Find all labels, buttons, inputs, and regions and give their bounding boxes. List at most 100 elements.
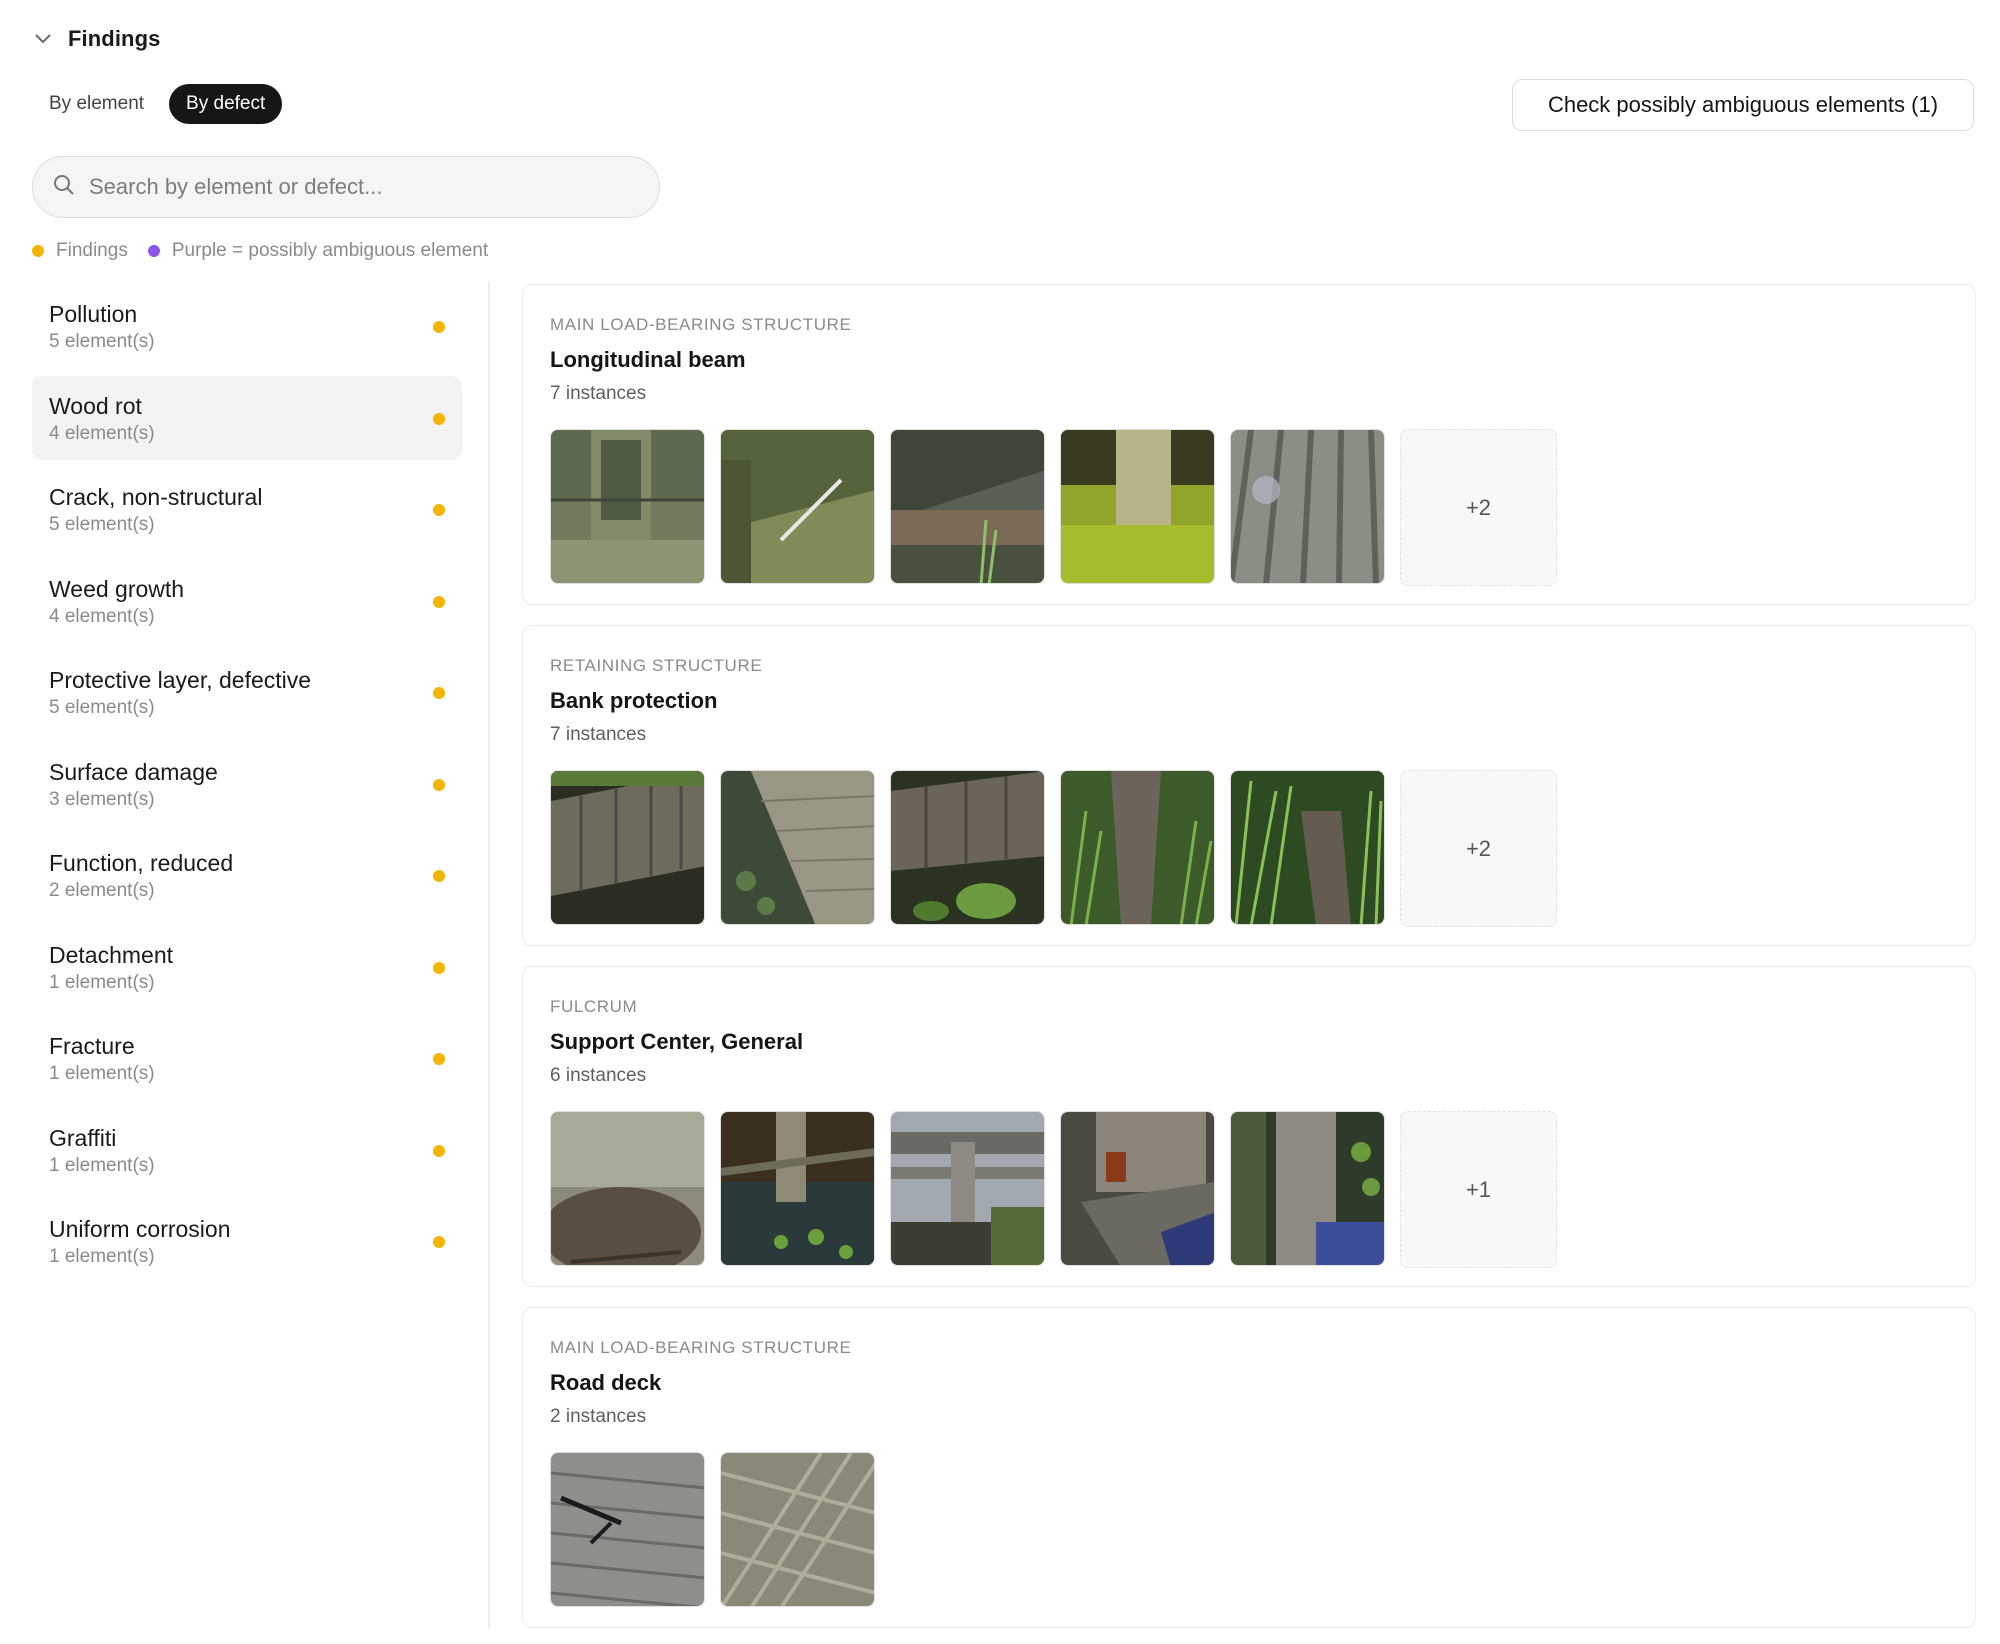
chevron-down-icon[interactable] (32, 28, 54, 50)
defect-count: 1 element(s) (49, 1246, 155, 1267)
legend-ambiguous: Purple = possibly ambiguous element (147, 240, 489, 262)
photo-thumbnail[interactable] (720, 1452, 875, 1607)
defect-item-pollution[interactable]: Pollution 5 element(s) (32, 284, 462, 368)
more-photos-button[interactable]: +2 (1400, 429, 1557, 586)
defect-name: Pollution (49, 301, 138, 327)
card-instance-count: 7 instances (550, 724, 647, 745)
element-card-support-center: FULCRUM Support Center, General 6 instan… (522, 966, 1976, 1287)
card-instance-count: 2 instances (550, 1406, 647, 1427)
photo-thumbnail[interactable] (550, 1452, 705, 1607)
search-input[interactable] (89, 174, 629, 200)
photo-thumbnail[interactable] (1060, 1111, 1215, 1266)
findings-dot-icon (433, 504, 445, 516)
defect-item-surface-damage[interactable]: Surface damage 3 element(s) (32, 742, 462, 826)
legend: Findings Purple = possibly ambiguous ele… (32, 240, 508, 262)
defect-count: 3 element(s) (49, 788, 155, 810)
column-divider (488, 282, 490, 1628)
findings-dot-icon (433, 1053, 445, 1065)
findings-dot-icon (433, 778, 445, 791)
more-photos-button[interactable]: +1 (1400, 1111, 1557, 1268)
defect-name: Fracture (49, 1033, 135, 1059)
defect-name: Surface damage (49, 758, 218, 785)
photo-thumbnail[interactable] (1230, 1111, 1385, 1266)
photo-thumbnail[interactable] (550, 429, 705, 584)
defect-item-protective-layer[interactable]: Protective layer, defective 5 element(s) (32, 650, 462, 734)
card-title: Longitudinal beam (550, 347, 746, 372)
photo-thumbnail[interactable] (550, 770, 705, 925)
photo-thumbnail[interactable] (1060, 770, 1215, 925)
defect-count: 5 element(s) (49, 697, 155, 718)
element-card-bank-protection: RETAINING STRUCTURE Bank protection 7 in… (522, 625, 1976, 946)
element-card-road-deck: MAIN LOAD-BEARING STRUCTURE Road deck 2 … (522, 1307, 1976, 1628)
findings-dot-icon (433, 687, 445, 699)
legend-findings: Findings (32, 240, 128, 262)
photo-thumbnail[interactable] (550, 1111, 705, 1266)
defect-item-function-reduced[interactable]: Function, reduced 2 element(s) (32, 833, 462, 917)
defect-name: Graffiti (49, 1124, 117, 1151)
defect-name: Protective layer, defective (49, 667, 312, 693)
findings-dot-icon (433, 870, 445, 882)
legend-ambiguous-label: Purple = possibly ambiguous element (171, 240, 489, 261)
defect-count: 1 element(s) (49, 1154, 155, 1176)
findings-dot-icon (433, 1236, 445, 1248)
card-title: Road deck (550, 1370, 662, 1395)
findings-dot-icon (433, 321, 445, 333)
defect-item-detachment[interactable]: Detachment 1 element(s) (32, 925, 462, 1009)
by-defect-tab[interactable]: By defect (169, 84, 283, 124)
photo-thumbnail[interactable] (1060, 429, 1215, 584)
element-cards: MAIN LOAD-BEARING STRUCTURE Longitudinal… (522, 284, 1976, 1644)
search-icon (53, 174, 75, 201)
card-category: MAIN LOAD-BEARING STRUCTURE (550, 315, 852, 334)
findings-dot-icon (433, 961, 445, 974)
by-element-tab[interactable]: By element (32, 84, 161, 124)
defect-count: 5 element(s) (49, 331, 155, 352)
defect-count: 1 element(s) (49, 971, 155, 993)
section-title: Findings (68, 26, 161, 51)
defect-item-weed-growth[interactable]: Weed growth 4 element(s) (32, 559, 462, 643)
findings-dot-icon (32, 245, 44, 257)
defect-name: Uniform corrosion (49, 1216, 231, 1242)
view-toggle: By element By defect (32, 84, 283, 124)
defect-count: 5 element(s) (49, 514, 155, 535)
card-instance-count: 6 instances (550, 1065, 647, 1086)
defect-item-crack-non-structural[interactable]: Crack, non-structural 5 element(s) (32, 467, 462, 551)
defect-name: Weed growth (49, 575, 185, 602)
photo-thumbnail[interactable] (720, 429, 875, 584)
defect-name: Crack, non-structural (49, 484, 263, 510)
defect-name: Detachment (49, 941, 174, 968)
photo-thumbnail[interactable] (720, 770, 875, 925)
findings-dot-icon (433, 412, 445, 425)
defect-name: Function, reduced (49, 850, 234, 876)
card-category: FULCRUM (550, 997, 638, 1016)
defect-item-graffiti[interactable]: Graffiti 1 element(s) (32, 1108, 462, 1192)
check-ambiguous-button[interactable]: Check possibly ambiguous elements (1) (1512, 79, 1974, 131)
photo-thumbnail[interactable] (890, 1111, 1045, 1266)
photo-strip (550, 1452, 1949, 1607)
ambiguous-dot-icon (147, 245, 160, 257)
element-card-longitudinal-beam: MAIN LOAD-BEARING STRUCTURE Longitudinal… (522, 284, 1976, 605)
photo-thumbnail[interactable] (720, 1111, 875, 1266)
photo-thumbnail[interactable] (890, 770, 1045, 925)
card-title: Support Center, General (550, 1029, 804, 1054)
photo-thumbnail[interactable] (1230, 770, 1385, 925)
legend-findings-label: Findings (56, 240, 128, 261)
findings-header[interactable]: Findings (32, 26, 160, 52)
defect-item-fracture[interactable]: Fracture 1 element(s) (32, 1016, 462, 1100)
defect-name: Wood rot (49, 392, 142, 419)
defect-item-wood-rot[interactable]: Wood rot 4 element(s) (32, 375, 462, 460)
more-photos-button[interactable]: +2 (1400, 770, 1557, 927)
card-instance-count: 7 instances (550, 383, 647, 404)
card-title: Bank protection (550, 688, 718, 713)
defect-count: 4 element(s) (49, 422, 155, 444)
card-category: RETAINING STRUCTURE (550, 656, 763, 675)
search-box[interactable] (32, 156, 660, 218)
card-category: MAIN LOAD-BEARING STRUCTURE (550, 1338, 852, 1357)
photo-thumbnail[interactable] (890, 429, 1045, 584)
defect-count: 2 element(s) (49, 880, 155, 901)
photo-thumbnail[interactable] (1230, 429, 1385, 584)
findings-dot-icon (433, 595, 445, 608)
defect-item-uniform-corrosion[interactable]: Uniform corrosion 1 element(s) (32, 1199, 462, 1283)
photo-strip: +1 (550, 1111, 1949, 1268)
defect-count: 1 element(s) (49, 1063, 155, 1084)
defect-list: Pollution 5 element(s) Wood rot 4 elemen… (32, 284, 462, 1291)
